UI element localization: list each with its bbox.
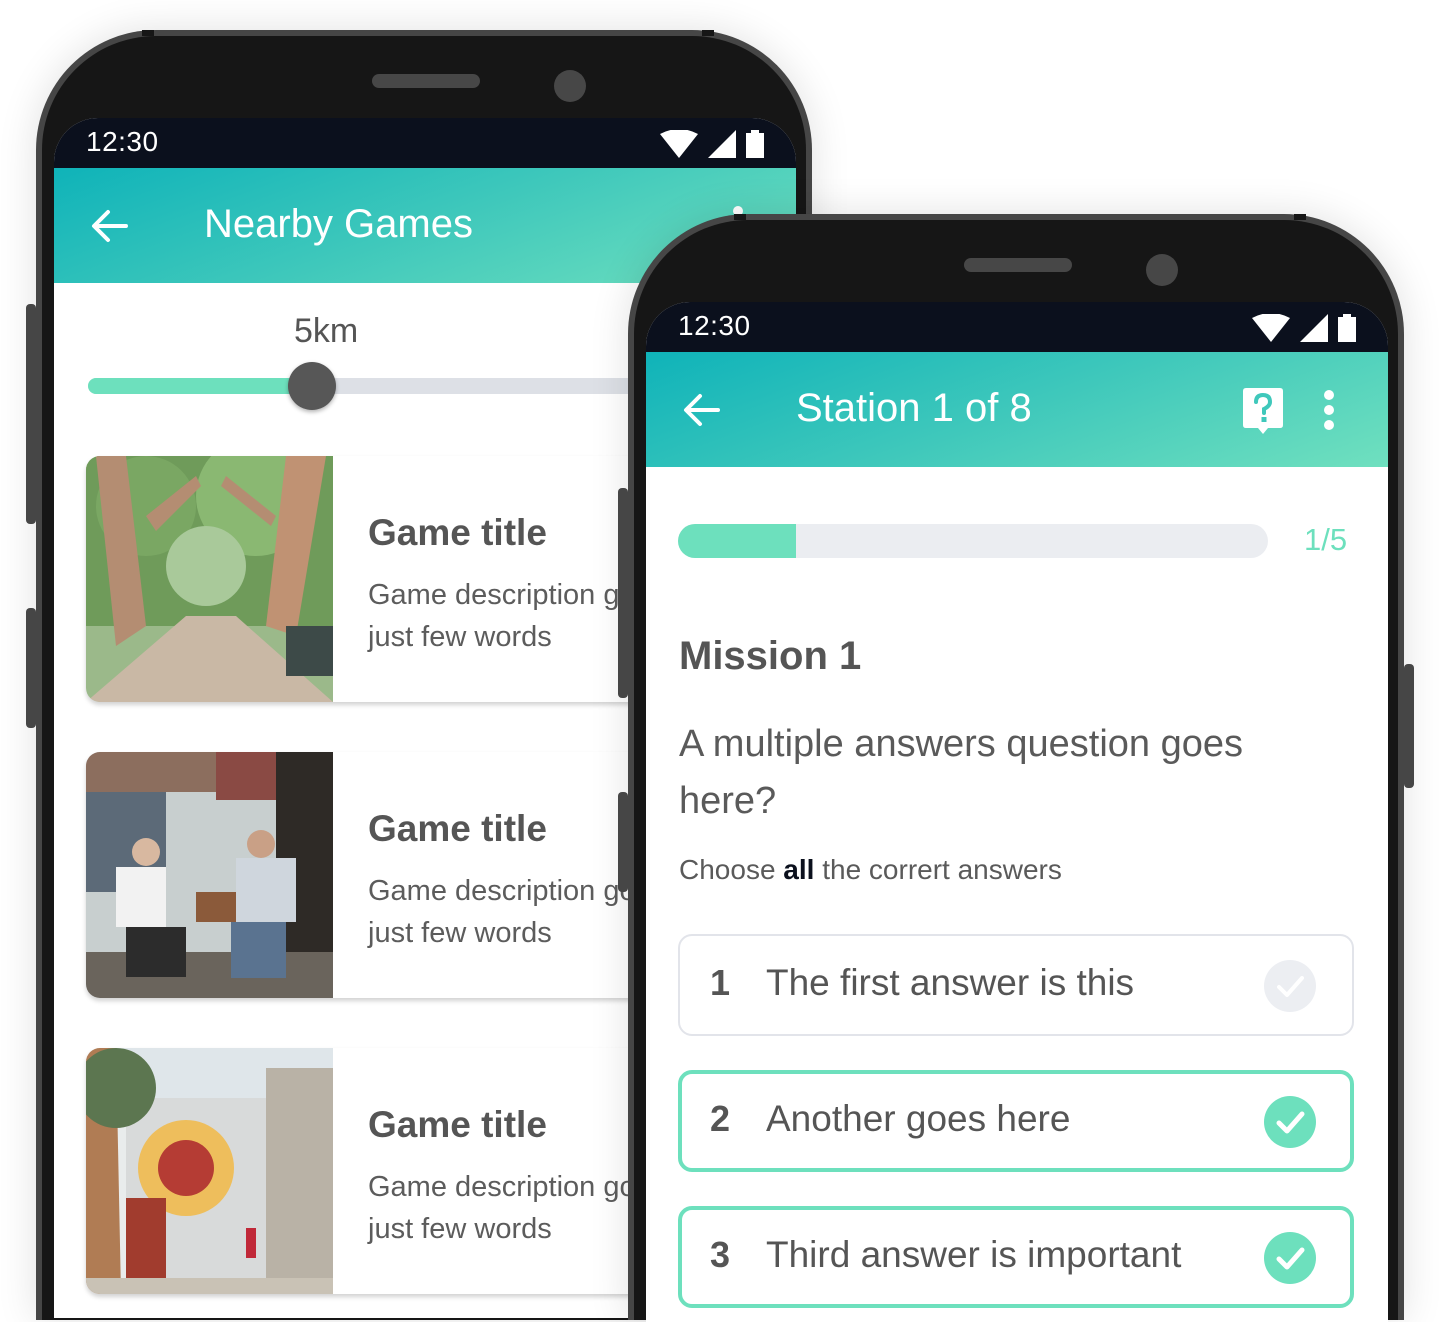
right-phone-screen: 12:30 Station 1 of 8 1/5 Mission 1 A mul… <box>646 302 1388 1322</box>
game-title: Game title <box>368 1104 547 1145</box>
volume-button <box>26 304 36 524</box>
answer-number: 2 <box>710 1098 731 1139</box>
signal-icon <box>1300 314 1328 342</box>
answer-option[interactable]: 3 Third answer is important <box>678 1206 1354 1308</box>
arrow-left-icon[interactable] <box>682 390 722 430</box>
check-circle-icon <box>1264 1096 1316 1148</box>
distance-slider-fill <box>88 378 312 394</box>
frame-notch <box>734 214 746 220</box>
front-camera <box>554 70 586 102</box>
game-title: Game title <box>368 512 547 553</box>
progress-count: 1/5 <box>1304 522 1348 557</box>
answer-hint: Choose all the corrert answers <box>679 854 1062 886</box>
distance-slider-thumb[interactable] <box>288 362 336 410</box>
question-text: A multiple answers question goes here? <box>679 723 1243 822</box>
mission-title: Mission 1 <box>679 634 862 678</box>
answer-option[interactable]: 2 Another goes here <box>678 1070 1354 1172</box>
speaker-grille <box>372 74 480 88</box>
right-phone-device: 12:30 Station 1 of 8 1/5 Mission 1 A mul… <box>618 214 1414 1322</box>
mission-progress-bar <box>678 524 1268 558</box>
status-time: 12:30 <box>678 310 751 341</box>
side-button <box>1404 664 1414 788</box>
app-bar: Station 1 of 8 <box>646 352 1388 467</box>
volume-button <box>618 488 628 698</box>
hint-suffix: the corrert answers <box>814 854 1062 885</box>
status-bar: 12:30 <box>646 302 1388 352</box>
power-button <box>618 792 628 892</box>
frame-notch <box>142 30 154 36</box>
more-vert-icon[interactable] <box>1323 390 1335 430</box>
tree-lined-boulevard-photo <box>86 456 333 702</box>
hint-prefix: Choose <box>679 854 784 885</box>
battery-icon <box>1338 314 1356 342</box>
check-circle-icon <box>1264 960 1316 1012</box>
answer-text: Another goes here <box>766 1098 1071 1139</box>
speaker-grille <box>964 258 1072 272</box>
frame-notch <box>702 30 714 36</box>
game-title: Game title <box>368 808 547 849</box>
frame-notch <box>1294 214 1306 220</box>
men-playing-backgammon-photo <box>86 752 333 998</box>
answer-number: 3 <box>710 1234 731 1275</box>
answer-number: 1 <box>710 962 731 1003</box>
emergency-stop-mural-photo <box>86 1048 333 1294</box>
page-title: Nearby Games <box>204 202 473 246</box>
status-bar: 12:30 <box>54 118 796 168</box>
front-camera <box>1146 254 1178 286</box>
battery-icon <box>746 130 764 158</box>
arrow-left-icon[interactable] <box>90 206 130 246</box>
mission-progress-fill <box>678 524 796 558</box>
status-time: 12:30 <box>86 126 159 157</box>
distance-label: 5km <box>294 312 359 350</box>
answer-option[interactable]: 1 The first answer is this <box>678 934 1354 1036</box>
signal-icon <box>708 130 736 158</box>
help-bubble-icon[interactable] <box>1243 388 1283 434</box>
page-title: Station 1 of 8 <box>796 386 1032 430</box>
wifi-icon <box>660 130 698 158</box>
hint-emphasis: all <box>783 854 815 885</box>
check-circle-icon <box>1264 1232 1316 1284</box>
answer-text: The first answer is this <box>766 962 1135 1003</box>
power-button <box>26 608 36 728</box>
wifi-icon <box>1252 314 1290 342</box>
answer-text: Third answer is important <box>766 1234 1182 1275</box>
